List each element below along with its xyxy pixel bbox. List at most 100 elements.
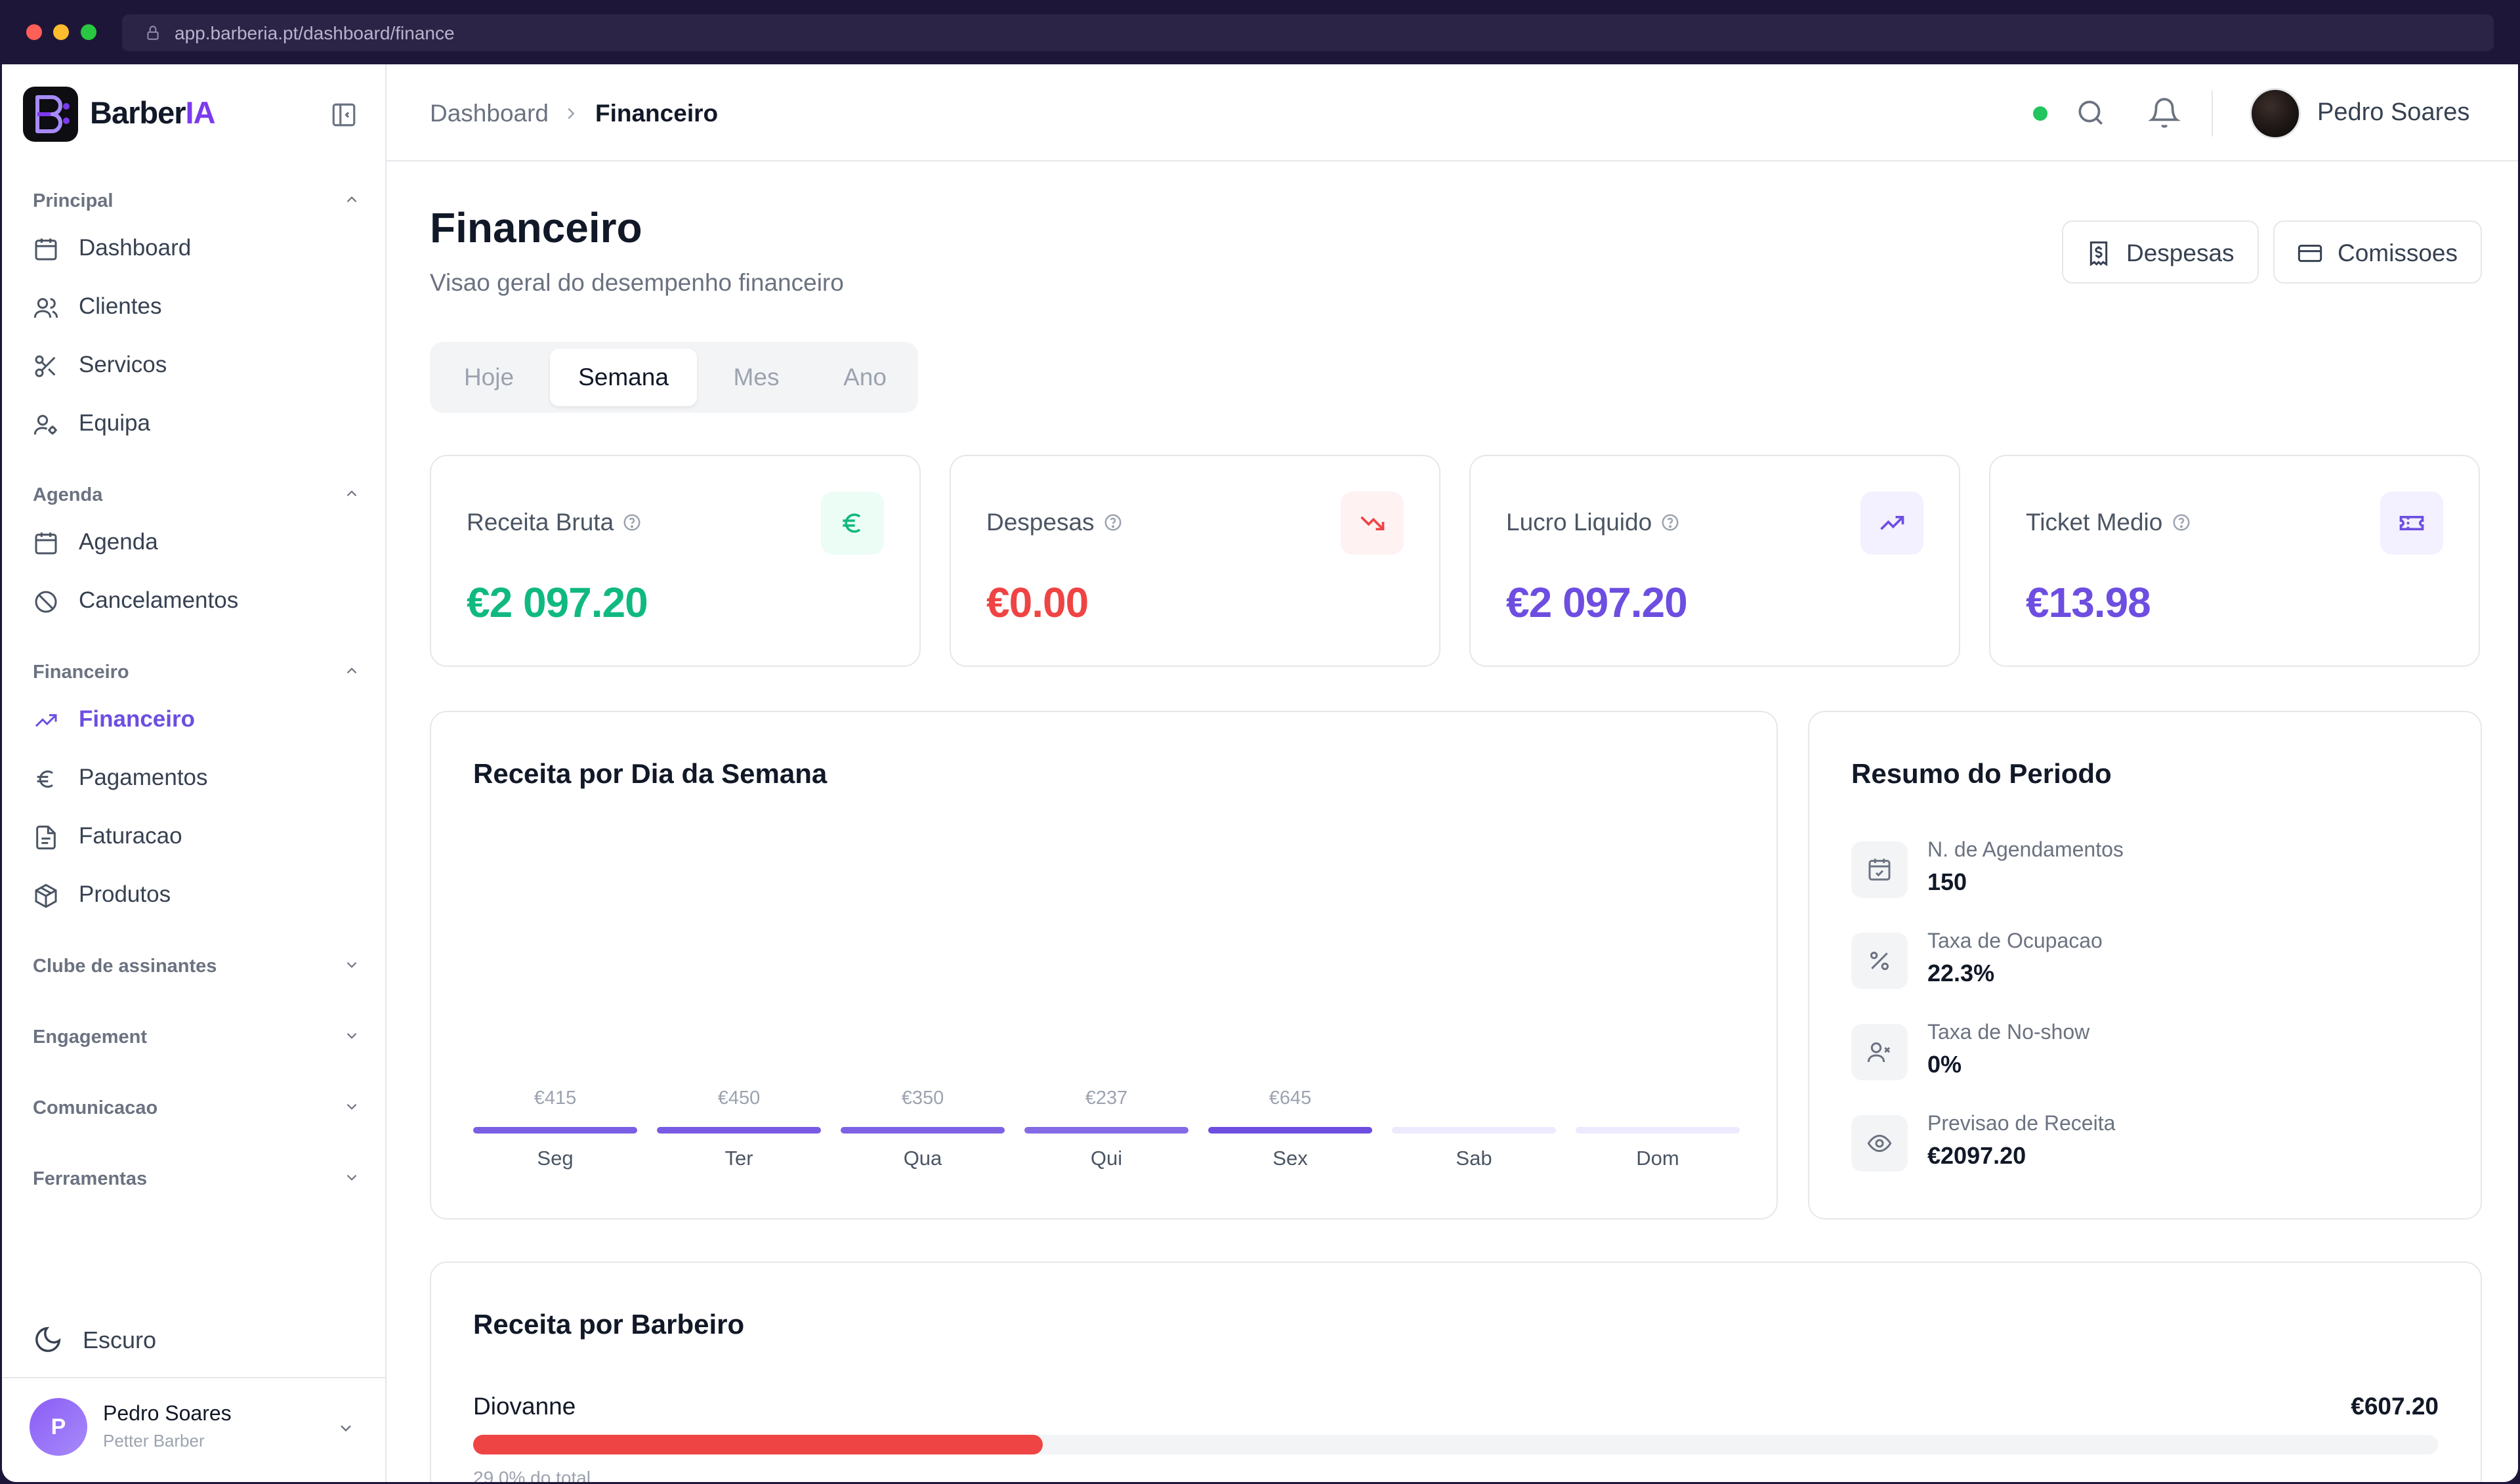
chart-value-label: €350 — [901, 1088, 944, 1109]
calendar-icon — [35, 532, 57, 555]
chart-bar-seg[interactable] — [473, 1127, 637, 1134]
kpi-label: Receita Bruta — [467, 509, 614, 536]
kpi-label: Despesas — [986, 509, 1095, 536]
help-circle-icon[interactable] — [622, 513, 642, 532]
logo-mark-icon — [35, 95, 70, 133]
chevron-up-icon[interactable] — [343, 191, 360, 208]
summary-value: 150 — [1927, 868, 1967, 895]
chevron-down-icon[interactable] — [343, 1169, 360, 1186]
barber-progress-fill — [473, 1435, 1043, 1454]
period-tabs: Hoje Semana Mes Ano — [430, 342, 918, 413]
sidebar-item-faturacao[interactable]: Faturacao — [33, 810, 368, 859]
sidebar-item-dashboard[interactable]: Dashboard — [33, 222, 368, 270]
avatar[interactable] — [2250, 88, 2301, 139]
summary-label: Taxa de No-show — [1927, 1020, 2090, 1044]
help-circle-icon[interactable] — [1103, 513, 1123, 532]
tab-mes[interactable]: Mes — [705, 349, 807, 406]
sidebar-section-title[interactable]: Financeiro — [33, 662, 129, 683]
chevron-right-icon — [568, 108, 575, 119]
window-minimize-button[interactable] — [53, 24, 69, 40]
sidebar-user[interactable]: P Pedro Soares Petter Barber — [2, 1377, 387, 1482]
chart-bar-sab[interactable] — [1392, 1127, 1556, 1134]
receipt-icon — [2090, 241, 2108, 266]
sidebar-item-agenda[interactable]: Agenda — [33, 516, 368, 564]
summary-label: Previsao de Receita — [1927, 1111, 2116, 1135]
theme-toggle[interactable]: Escuro — [33, 1315, 230, 1361]
divider — [2212, 91, 2213, 137]
sidebar-section-title[interactable]: Engagement — [33, 1027, 147, 1048]
kpi-value: €0.00 — [986, 579, 1089, 626]
commissions-button[interactable]: Comissoes — [2273, 221, 2482, 284]
chart-value-label: €450 — [717, 1088, 761, 1109]
sidebar-item-equipa[interactable]: Equipa — [33, 397, 368, 446]
help-circle-icon[interactable] — [2172, 513, 2191, 532]
main-content: Financeiro Visao geral do desempenho fin… — [387, 161, 2518, 1482]
window-maximize-button[interactable] — [81, 24, 96, 40]
summary-value: €2097.20 — [1927, 1142, 2026, 1169]
sidebar-item-produtos[interactable]: Produtos — [33, 868, 368, 917]
page-title: Financeiro — [430, 204, 642, 251]
tab-hoje[interactable]: Hoje — [436, 349, 541, 406]
avatar: P — [30, 1398, 87, 1456]
sidebar-item-pagamentos[interactable]: Pagamentos — [33, 752, 368, 800]
trending-down-icon — [1360, 516, 1385, 530]
users-icon — [33, 298, 58, 318]
window-close-button[interactable] — [26, 24, 42, 40]
sidebar-item-financeiro[interactable]: Financeiro — [33, 693, 368, 742]
sidebar-item-cancelamentos[interactable]: Cancelamentos — [33, 574, 368, 623]
chevron-down-icon[interactable] — [337, 1419, 355, 1437]
chart-value-label: €415 — [534, 1088, 577, 1109]
percent-icon — [1870, 952, 1889, 970]
kpi-value: €2 097.20 — [1506, 579, 1688, 626]
summary-label: Taxa de Ocupacao — [1927, 929, 2103, 952]
file-icon — [36, 825, 56, 850]
chevron-down-icon[interactable] — [343, 1027, 360, 1044]
sidebar-section-title[interactable]: Agenda — [33, 484, 102, 506]
sidebar-item-label: Pagamentos — [79, 765, 208, 790]
trending-up-icon — [1880, 516, 1904, 530]
breadcrumb-dashboard[interactable]: Dashboard — [430, 100, 549, 127]
sidebar-section-title[interactable]: Clube de assinantes — [33, 956, 217, 977]
sidebar-item-clientes[interactable]: Clientes — [33, 280, 368, 329]
kpi-label: Lucro Liquido — [1506, 509, 1652, 536]
expenses-button[interactable]: Despesas — [2062, 221, 2259, 284]
chart-category-label: Sex — [1272, 1147, 1308, 1170]
user-role: Petter Barber — [103, 1431, 205, 1451]
chevron-up-icon[interactable] — [343, 485, 360, 502]
sidebar-section-title[interactable]: Principal — [33, 190, 114, 212]
kpi-label: Ticket Medio — [2026, 509, 2163, 536]
topbar-user-name[interactable]: Pedro Soares — [2317, 98, 2469, 127]
chart-bar-sex[interactable] — [1208, 1127, 1372, 1134]
summary-value: 22.3% — [1927, 960, 1995, 986]
chevron-down-icon[interactable] — [343, 1098, 360, 1115]
sidebar-collapse-icon[interactable] — [330, 101, 358, 129]
bell-icon[interactable] — [2148, 96, 2181, 129]
chart-bar-dom[interactable] — [1576, 1127, 1740, 1134]
period-summary-card: Resumo do Periodo N. de Agendamentos 150… — [1808, 711, 2482, 1219]
barber-share: 29.0% do total — [473, 1468, 591, 1482]
search-icon[interactable] — [2074, 96, 2107, 129]
chart-bar-ter[interactable] — [657, 1127, 821, 1134]
help-circle-icon[interactable] — [1660, 513, 1680, 532]
sidebar: BarberIA Escuro P Pedro Soares Petter Ba… — [2, 64, 387, 1482]
sidebar-section-title[interactable]: Ferramentas — [33, 1168, 147, 1190]
ban-icon — [35, 591, 57, 613]
calendar-check-icon — [1868, 859, 1891, 881]
sidebar-section-title[interactable]: Comunicacao — [33, 1097, 158, 1119]
sidebar-item-label: Equipa — [79, 410, 150, 436]
tab-ano[interactable]: Ano — [816, 349, 914, 406]
url-text: app.barberia.pt/dashboard/finance — [175, 23, 455, 43]
sidebar-item-label: Clientes — [79, 293, 162, 319]
chevron-up-icon[interactable] — [343, 662, 360, 679]
chart-bar-qua[interactable] — [841, 1127, 1005, 1134]
credit-card-icon — [2298, 244, 2322, 263]
chart-bar-qui[interactable] — [1024, 1127, 1188, 1134]
sidebar-item-label: Agenda — [79, 529, 158, 555]
kpi-card-receita-bruta: Receita Bruta €2 097.20 — [430, 455, 921, 667]
tab-semana[interactable]: Semana — [550, 349, 697, 406]
breadcrumb-current: Financeiro — [595, 100, 719, 127]
commissions-button-label: Comissoes — [2338, 240, 2458, 266]
chevron-down-icon[interactable] — [343, 956, 360, 973]
address-bar[interactable]: app.barberia.pt/dashboard/finance — [122, 14, 2494, 51]
sidebar-item-servicos[interactable]: Servicos — [33, 339, 368, 387]
